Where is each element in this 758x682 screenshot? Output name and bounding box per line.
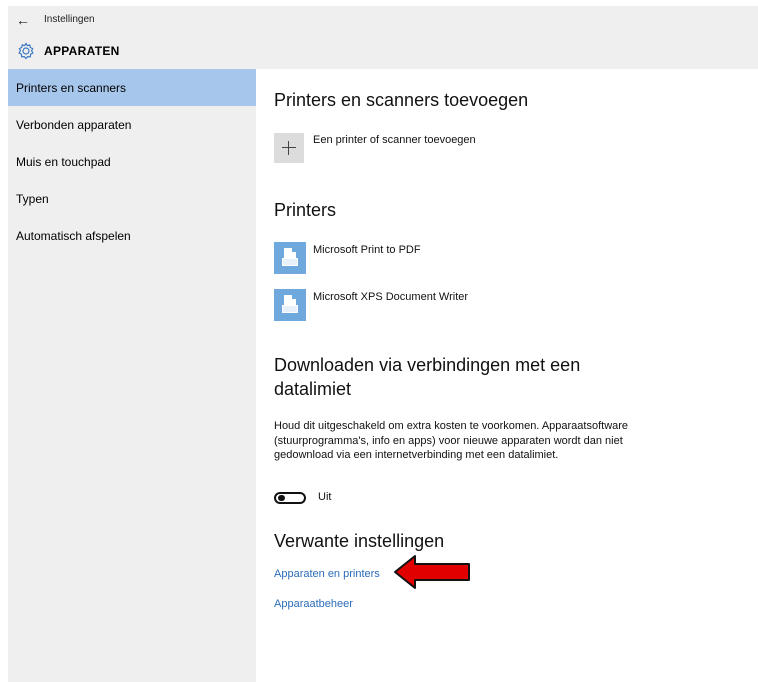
add-printer-button[interactable]: Een printer of scanner toevoegen: [274, 133, 674, 169]
sidebar-item-typing[interactable]: Typen: [8, 180, 256, 217]
back-arrow-icon[interactable]: ←: [16, 11, 30, 29]
printer-item-pdf[interactable]: Microsoft Print to PDF: [274, 242, 694, 276]
printer-icon: [274, 289, 306, 321]
metered-description: Houd dit uitgeschakeld om extra kosten t…: [274, 420, 629, 461]
sidebar: Printers en scanners Verbonden apparaten…: [8, 69, 256, 682]
title-bar: ← Instellingen APPARATEN: [8, 6, 758, 69]
metered-heading-line1: Downloaden via verbindingen met een: [274, 355, 581, 375]
metered-toggle-row: Uit: [274, 490, 394, 508]
gear-icon: [18, 42, 34, 60]
sidebar-item-mouse-touchpad[interactable]: Muis en touchpad: [8, 143, 256, 180]
red-arrow-icon: [394, 555, 470, 589]
sidebar-item-printers-scanners[interactable]: Printers en scanners: [8, 69, 256, 106]
sidebar-item-autoplay[interactable]: Automatisch afspelen: [8, 217, 256, 254]
sidebar-item-label: Muis en touchpad: [16, 155, 111, 169]
sidebar-item-label: Printers en scanners: [16, 81, 127, 95]
sidebar-item-label: Typen: [16, 192, 49, 206]
app-title: Instellingen: [44, 14, 95, 25]
toggle-knob: [278, 495, 285, 501]
add-devices-heading: Printers en scanners toevoegen: [274, 90, 529, 110]
section-header: APPARATEN: [8, 38, 748, 64]
printer-name: Microsoft XPS Document Writer: [313, 291, 469, 303]
printers-heading: Printers: [274, 200, 337, 220]
printer-name: Microsoft Print to PDF: [313, 244, 421, 256]
link-devices-and-printers[interactable]: Apparaten en printers: [274, 568, 380, 580]
add-printer-label: Een printer of scanner toevoegen: [313, 134, 476, 146]
printer-icon: [274, 242, 306, 274]
main-content: Printers en scanners toevoegen Een print…: [256, 69, 758, 682]
metered-toggle[interactable]: [274, 492, 306, 504]
link-device-manager[interactable]: Apparaatbeheer: [274, 598, 353, 610]
toggle-state-label: Uit: [318, 491, 332, 503]
related-settings-heading: Verwante instellingen: [274, 531, 445, 551]
sidebar-item-label: Automatisch afspelen: [16, 229, 131, 243]
plus-icon: [274, 133, 304, 163]
sidebar-item-label: Verbonden apparaten: [16, 118, 132, 132]
sidebar-item-connected-devices[interactable]: Verbonden apparaten: [8, 106, 256, 143]
settings-window: ← Instellingen APPARATEN Printers en sca…: [8, 6, 758, 682]
printer-item-xps[interactable]: Microsoft XPS Document Writer: [274, 289, 694, 323]
metered-heading-line2: datalimiet: [274, 379, 352, 399]
page-title: APPARATEN: [44, 44, 120, 58]
